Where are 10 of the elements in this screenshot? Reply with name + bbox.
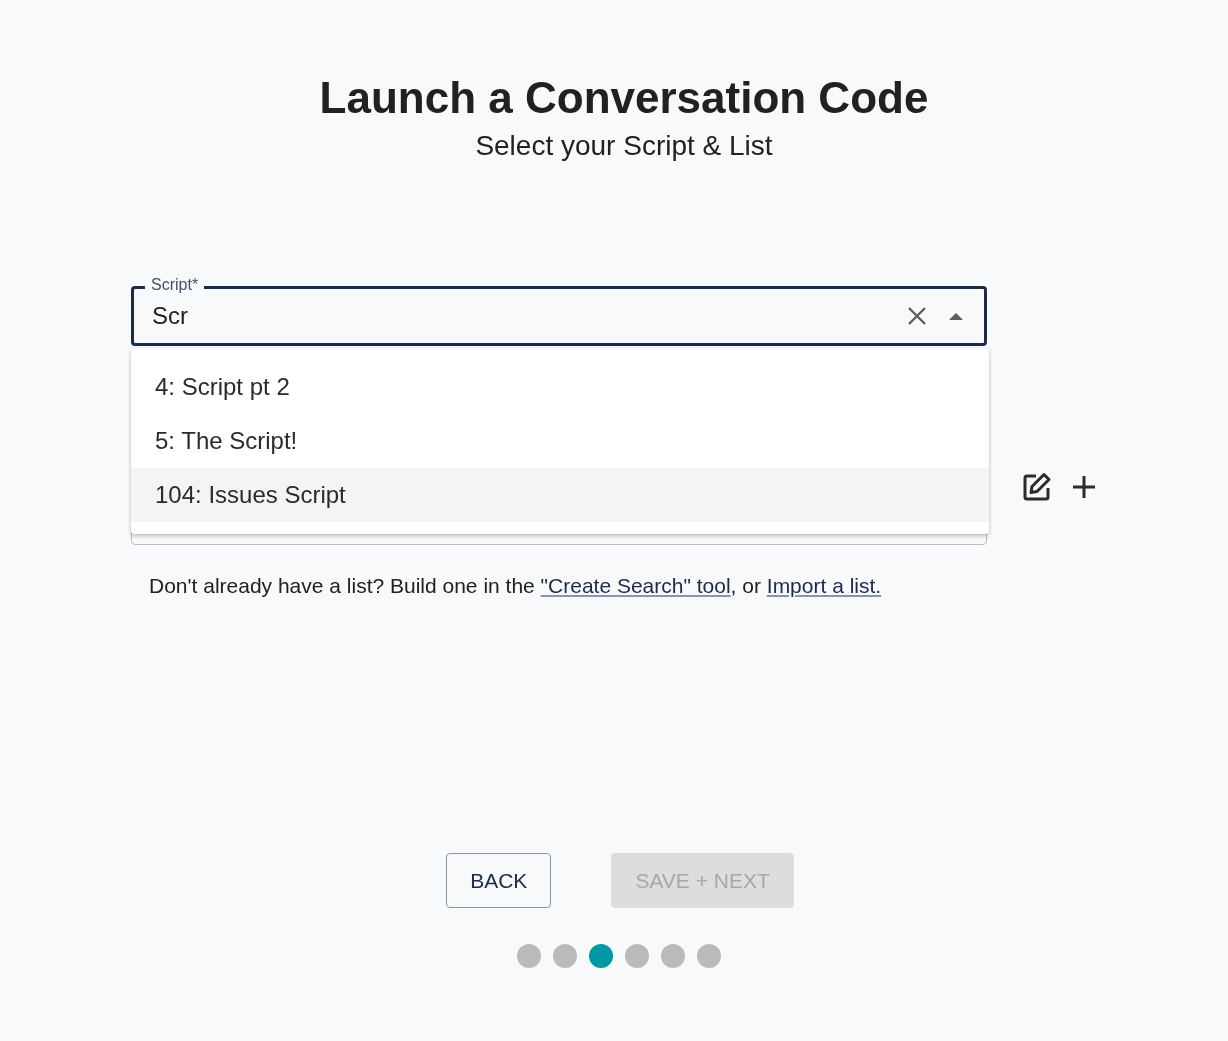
back-button[interactable]: BACK [446,853,552,908]
link[interactable]: "Create Search" tool [540,574,731,597]
page-title: Launch a Conversation Code [319,72,929,124]
dropdown-option[interactable]: 104: Issues Script [131,468,989,522]
page-subtitle: Select your Script & List [475,129,773,163]
link[interactable]: Import a list. [766,574,882,597]
field-label: Script* [145,276,205,294]
help-text: Don't already have a list? Build one in the "Create Search" tool, or Import a list. [149,573,883,599]
dropdown-option[interactable]: 4: Script pt 2 [131,360,989,414]
dropdown-option[interactable]: 5: The Script! [131,414,989,468]
